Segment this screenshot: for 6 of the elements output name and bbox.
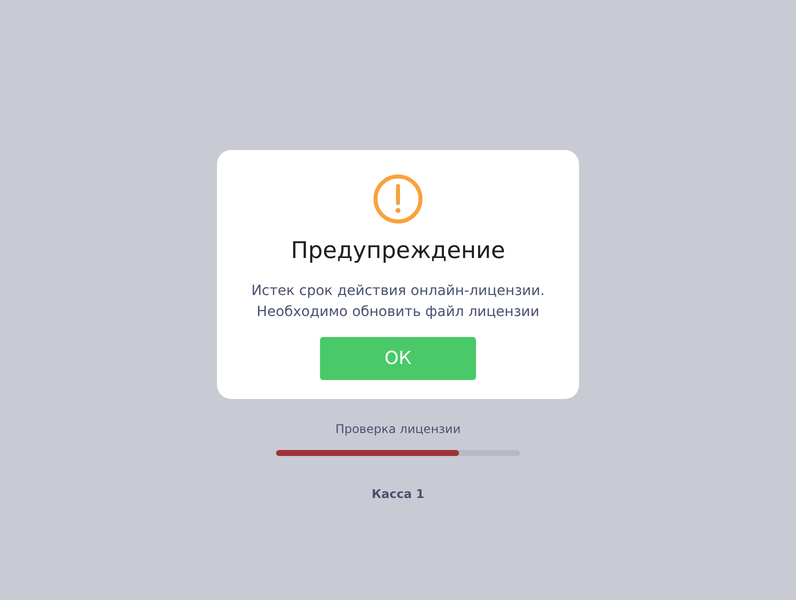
progress-label: Проверка лицензии: [335, 421, 461, 437]
dialog-message: Истек срок действия онлайн-лицензии. Необходимо обновить файл лицензии: [251, 282, 545, 322]
dialog-title: Предупреждение: [290, 237, 506, 265]
ok-button[interactable]: ОК: [320, 337, 476, 380]
warning-icon: [373, 174, 423, 224]
register-name: Касса 1: [372, 487, 424, 501]
